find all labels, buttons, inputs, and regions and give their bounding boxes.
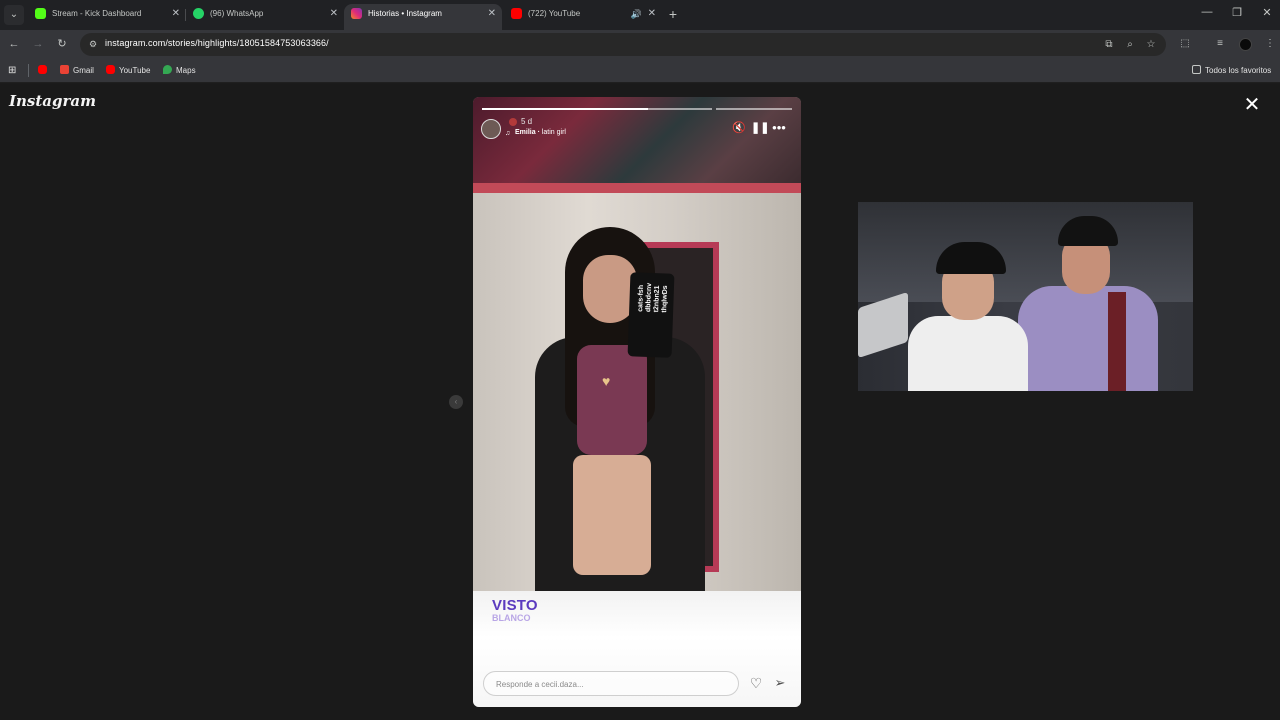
story-viewer[interactable]: ♥ cats-fsh dbbdcnv t2nbn21 thqlwDs VISTO… bbox=[473, 97, 801, 707]
story-progress-bar bbox=[482, 108, 712, 110]
music-artist: Emilia bbox=[515, 129, 536, 136]
like-heart-icon[interactable]: ♡ bbox=[747, 674, 765, 692]
stories-page: Instagram ✕ ‹ ♥ cats-fsh dbbdcnv t2nbn21… bbox=[0, 84, 1280, 720]
story-author-avatar[interactable] bbox=[481, 119, 501, 139]
tab-label: Stream - Kick Dashboard bbox=[52, 9, 142, 18]
address-bar[interactable]: ⚙ instagram.com/stories/highlights/18051… bbox=[80, 33, 1166, 56]
site-info-icon[interactable]: ⚙ bbox=[87, 38, 99, 50]
media-controls-icon[interactable]: ≡ bbox=[1212, 36, 1228, 52]
phone-in-mirror: cats-fsh dbbdcnv t2nbn21 thqlwDs bbox=[627, 272, 675, 358]
maps-icon bbox=[163, 65, 172, 74]
bookmark-star-icon[interactable]: ☆ bbox=[1144, 38, 1158, 52]
apps-grid-icon[interactable]: ⊞ bbox=[8, 64, 16, 77]
extensions-icon[interactable]: ⬚ bbox=[1177, 36, 1193, 52]
reply-field-wrapper bbox=[483, 671, 739, 696]
heart-icon: ♥ bbox=[602, 373, 611, 389]
gmail-icon bbox=[60, 65, 69, 74]
tab-label: (96) WhatsApp bbox=[210, 9, 264, 18]
close-friends-badge-icon bbox=[509, 118, 517, 126]
bookmark-label: YouTube bbox=[119, 66, 151, 75]
tab-youtube[interactable]: (722) YouTube 🔊 ✕ bbox=[504, 4, 662, 30]
story-progress-bar-next bbox=[716, 108, 792, 110]
overlay-subtitle: BLANCO bbox=[492, 613, 531, 623]
person-cap bbox=[1058, 216, 1118, 246]
close-stories-icon[interactable]: ✕ bbox=[1243, 95, 1261, 115]
browser-toolbar: ← → ↻ ⚙ instagram.com/stories/highlights… bbox=[0, 30, 1280, 58]
tab-strip: ⌄ Stream - Kick Dashboard ✕ (96) WhatsAp… bbox=[0, 0, 1280, 30]
story-progress-fill bbox=[482, 108, 648, 110]
tab-label: (722) YouTube bbox=[528, 9, 581, 18]
story-image-person: ♥ bbox=[505, 227, 715, 607]
previous-story-icon[interactable]: ‹ bbox=[449, 395, 463, 409]
story-image-top bbox=[473, 97, 801, 189]
tab-label: Historias • Instagram bbox=[368, 9, 442, 18]
phone-case-text: cats-fsh dbbdcnv t2nbn21 thqlwDs bbox=[637, 282, 670, 313]
bookmark-divider bbox=[28, 64, 29, 77]
minimize-button[interactable]: — bbox=[1200, 6, 1214, 22]
tab-instagram-stories[interactable]: Historias • Instagram ✕ bbox=[344, 4, 502, 30]
bookmarks-bar: ⊞ Gmail YouTube Maps Todos los favoritos bbox=[0, 58, 1280, 83]
webcam-overlay bbox=[858, 202, 1193, 391]
close-tab-icon[interactable]: ✕ bbox=[648, 4, 656, 24]
youtube-icon bbox=[106, 65, 115, 74]
bookmark-maps[interactable]: Maps bbox=[163, 64, 196, 77]
restore-button[interactable]: ❐ bbox=[1230, 6, 1244, 22]
reply-input[interactable] bbox=[496, 677, 726, 691]
bookmark-label: Maps bbox=[176, 66, 196, 75]
pause-icon[interactable]: ❚❚ bbox=[751, 121, 769, 135]
send-icon[interactable]: ➢ bbox=[771, 674, 789, 692]
install-app-icon[interactable]: ⧉ bbox=[1102, 38, 1116, 52]
bookmark-label: Gmail bbox=[73, 66, 94, 75]
story-music-label[interactable]: Emilia · latin girl bbox=[515, 129, 566, 136]
all-bookmarks-folder[interactable]: Todos los favoritos bbox=[1192, 64, 1271, 77]
person-shirt bbox=[908, 316, 1028, 391]
kick-icon bbox=[35, 8, 46, 19]
person-shirt bbox=[1018, 286, 1158, 391]
close-tab-icon[interactable]: ✕ bbox=[330, 4, 338, 24]
webcam-person-left bbox=[908, 242, 1028, 391]
mute-icon[interactable]: 🔇 bbox=[732, 121, 746, 135]
webcam-person-right bbox=[1018, 216, 1158, 391]
folder-icon bbox=[1192, 65, 1201, 74]
tab-search-button[interactable]: ⌄ bbox=[4, 5, 24, 25]
music-title: latin girl bbox=[541, 129, 566, 136]
bookmark-youtube[interactable]: YouTube bbox=[106, 64, 150, 77]
webcam-chair bbox=[1108, 292, 1126, 391]
person-top bbox=[577, 345, 647, 455]
more-options-icon[interactable]: ••• bbox=[772, 121, 786, 135]
audio-playing-icon[interactable]: 🔊 bbox=[631, 4, 642, 24]
bookmark-gmail[interactable]: Gmail bbox=[60, 64, 94, 77]
reload-button[interactable]: ↻ bbox=[54, 36, 70, 52]
whatsapp-icon bbox=[193, 8, 204, 19]
all-bookmarks-label: Todos los favoritos bbox=[1205, 66, 1272, 75]
close-tab-icon[interactable]: ✕ bbox=[172, 4, 180, 24]
bookmark-youtube-icon-only[interactable] bbox=[38, 64, 51, 77]
story-time-ago: 5 d bbox=[521, 117, 533, 126]
youtube-icon bbox=[38, 65, 47, 74]
instagram-icon bbox=[351, 8, 362, 19]
story-image-band bbox=[473, 183, 801, 193]
forward-button[interactable]: → bbox=[30, 36, 46, 52]
url-text[interactable]: instagram.com/stories/highlights/1805158… bbox=[105, 38, 329, 48]
new-tab-button[interactable]: + bbox=[666, 6, 680, 22]
menu-icon[interactable]: ⋮ bbox=[1262, 36, 1278, 52]
tab-whatsapp[interactable]: (96) WhatsApp ✕ bbox=[186, 4, 344, 30]
zoom-icon[interactable]: ⌕ bbox=[1123, 38, 1137, 52]
profile-avatar[interactable] bbox=[1239, 38, 1252, 51]
close-window-button[interactable]: ✕ bbox=[1260, 6, 1274, 22]
tab-kick-dashboard[interactable]: Stream - Kick Dashboard ✕ bbox=[28, 4, 186, 30]
overlay-title: VISTO bbox=[492, 597, 538, 614]
close-tab-icon[interactable]: ✕ bbox=[488, 4, 496, 24]
back-button[interactable]: ← bbox=[6, 36, 22, 52]
instagram-logo[interactable]: Instagram bbox=[9, 92, 96, 110]
youtube-icon bbox=[511, 8, 522, 19]
music-icon: ♫ bbox=[505, 130, 511, 137]
person-cap bbox=[936, 242, 1006, 274]
person-midriff bbox=[573, 455, 651, 575]
